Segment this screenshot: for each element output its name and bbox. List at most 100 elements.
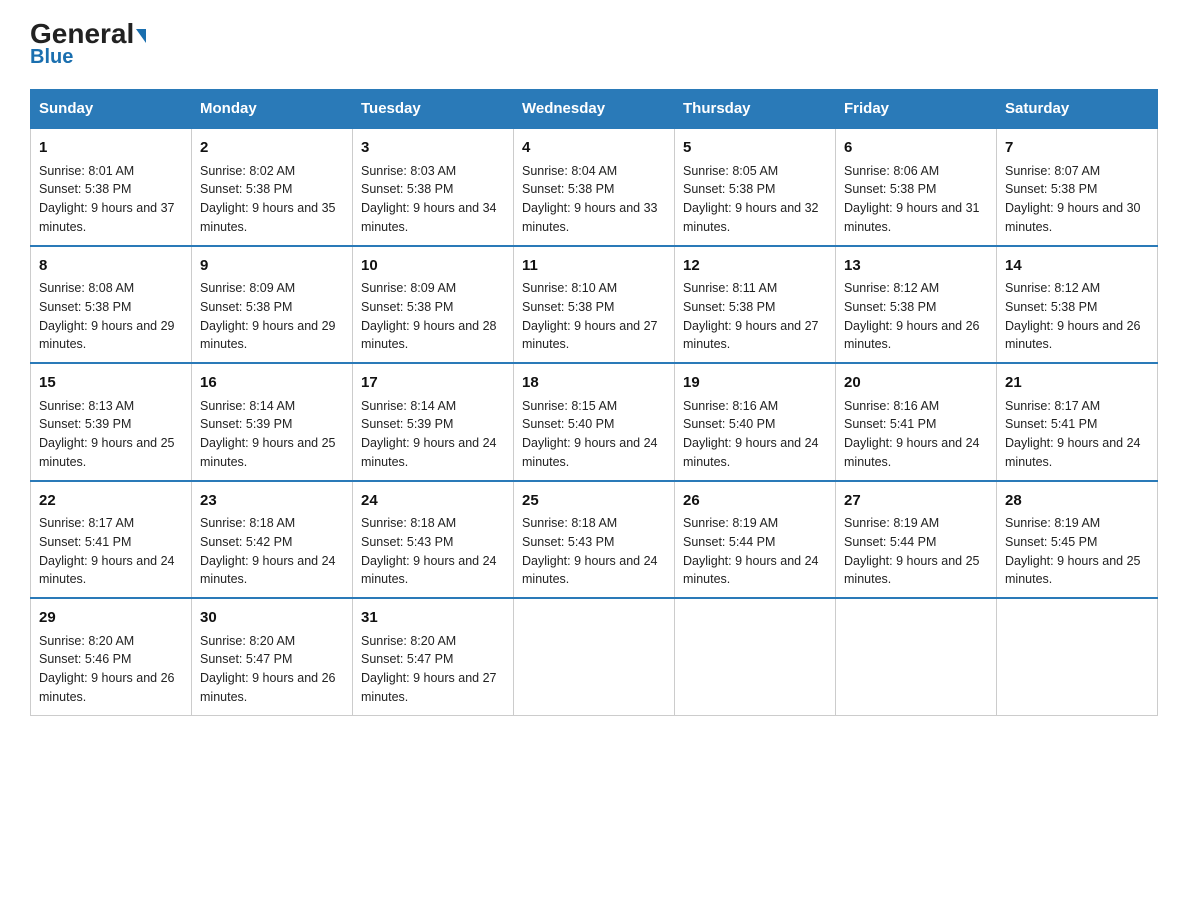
day-info: Sunrise: 8:19 AMSunset: 5:44 PMDaylight:… <box>683 516 819 586</box>
day-info: Sunrise: 8:01 AMSunset: 5:38 PMDaylight:… <box>39 164 175 234</box>
day-number: 23 <box>200 490 344 513</box>
calendar-header-row: SundayMondayTuesdayWednesdayThursdayFrid… <box>31 90 1158 129</box>
day-info: Sunrise: 8:08 AMSunset: 5:38 PMDaylight:… <box>39 281 175 351</box>
calendar-day-cell <box>836 598 997 715</box>
calendar-day-cell: 27 Sunrise: 8:19 AMSunset: 5:44 PMDaylig… <box>836 481 997 599</box>
calendar-day-cell: 28 Sunrise: 8:19 AMSunset: 5:45 PMDaylig… <box>997 481 1158 599</box>
calendar-week-row: 15 Sunrise: 8:13 AMSunset: 5:39 PMDaylig… <box>31 363 1158 481</box>
day-number: 26 <box>683 490 827 513</box>
day-number: 7 <box>1005 137 1149 160</box>
day-number: 1 <box>39 137 183 160</box>
calendar-week-row: 1 Sunrise: 8:01 AMSunset: 5:38 PMDayligh… <box>31 128 1158 246</box>
calendar-day-cell: 9 Sunrise: 8:09 AMSunset: 5:38 PMDayligh… <box>192 246 353 364</box>
calendar-day-cell: 1 Sunrise: 8:01 AMSunset: 5:38 PMDayligh… <box>31 128 192 246</box>
calendar-day-cell: 19 Sunrise: 8:16 AMSunset: 5:40 PMDaylig… <box>675 363 836 481</box>
calendar-day-cell: 7 Sunrise: 8:07 AMSunset: 5:38 PMDayligh… <box>997 128 1158 246</box>
day-number: 9 <box>200 255 344 278</box>
day-number: 18 <box>522 372 666 395</box>
day-number: 21 <box>1005 372 1149 395</box>
col-header-saturday: Saturday <box>997 90 1158 129</box>
day-info: Sunrise: 8:09 AMSunset: 5:38 PMDaylight:… <box>361 281 497 351</box>
calendar-day-cell: 23 Sunrise: 8:18 AMSunset: 5:42 PMDaylig… <box>192 481 353 599</box>
day-number: 27 <box>844 490 988 513</box>
calendar-day-cell: 31 Sunrise: 8:20 AMSunset: 5:47 PMDaylig… <box>353 598 514 715</box>
day-info: Sunrise: 8:19 AMSunset: 5:44 PMDaylight:… <box>844 516 980 586</box>
col-header-thursday: Thursday <box>675 90 836 129</box>
page-header: General Blue <box>30 20 1158 69</box>
calendar-week-row: 22 Sunrise: 8:17 AMSunset: 5:41 PMDaylig… <box>31 481 1158 599</box>
day-info: Sunrise: 8:20 AMSunset: 5:46 PMDaylight:… <box>39 634 175 704</box>
day-info: Sunrise: 8:19 AMSunset: 5:45 PMDaylight:… <box>1005 516 1141 586</box>
day-info: Sunrise: 8:16 AMSunset: 5:41 PMDaylight:… <box>844 399 980 469</box>
day-number: 5 <box>683 137 827 160</box>
calendar-day-cell: 5 Sunrise: 8:05 AMSunset: 5:38 PMDayligh… <box>675 128 836 246</box>
calendar-day-cell: 10 Sunrise: 8:09 AMSunset: 5:38 PMDaylig… <box>353 246 514 364</box>
day-number: 13 <box>844 255 988 278</box>
calendar-day-cell: 24 Sunrise: 8:18 AMSunset: 5:43 PMDaylig… <box>353 481 514 599</box>
day-info: Sunrise: 8:03 AMSunset: 5:38 PMDaylight:… <box>361 164 497 234</box>
calendar-day-cell: 17 Sunrise: 8:14 AMSunset: 5:39 PMDaylig… <box>353 363 514 481</box>
calendar-day-cell: 4 Sunrise: 8:04 AMSunset: 5:38 PMDayligh… <box>514 128 675 246</box>
day-number: 20 <box>844 372 988 395</box>
day-number: 6 <box>844 137 988 160</box>
calendar-week-row: 8 Sunrise: 8:08 AMSunset: 5:38 PMDayligh… <box>31 246 1158 364</box>
logo-text: General <box>30 20 146 48</box>
calendar-day-cell: 21 Sunrise: 8:17 AMSunset: 5:41 PMDaylig… <box>997 363 1158 481</box>
day-info: Sunrise: 8:12 AMSunset: 5:38 PMDaylight:… <box>844 281 980 351</box>
calendar-day-cell <box>514 598 675 715</box>
day-info: Sunrise: 8:14 AMSunset: 5:39 PMDaylight:… <box>361 399 497 469</box>
day-info: Sunrise: 8:14 AMSunset: 5:39 PMDaylight:… <box>200 399 336 469</box>
day-number: 4 <box>522 137 666 160</box>
day-number: 2 <box>200 137 344 160</box>
day-info: Sunrise: 8:18 AMSunset: 5:43 PMDaylight:… <box>361 516 497 586</box>
calendar-day-cell: 26 Sunrise: 8:19 AMSunset: 5:44 PMDaylig… <box>675 481 836 599</box>
calendar-day-cell: 6 Sunrise: 8:06 AMSunset: 5:38 PMDayligh… <box>836 128 997 246</box>
calendar-day-cell: 22 Sunrise: 8:17 AMSunset: 5:41 PMDaylig… <box>31 481 192 599</box>
day-number: 3 <box>361 137 505 160</box>
calendar-body: 1 Sunrise: 8:01 AMSunset: 5:38 PMDayligh… <box>31 128 1158 715</box>
day-number: 10 <box>361 255 505 278</box>
day-number: 31 <box>361 607 505 630</box>
day-number: 29 <box>39 607 183 630</box>
day-info: Sunrise: 8:09 AMSunset: 5:38 PMDaylight:… <box>200 281 336 351</box>
logo-blue-text: Blue <box>30 46 73 69</box>
day-info: Sunrise: 8:16 AMSunset: 5:40 PMDaylight:… <box>683 399 819 469</box>
calendar-day-cell: 25 Sunrise: 8:18 AMSunset: 5:43 PMDaylig… <box>514 481 675 599</box>
day-number: 30 <box>200 607 344 630</box>
calendar-day-cell: 15 Sunrise: 8:13 AMSunset: 5:39 PMDaylig… <box>31 363 192 481</box>
logo: General Blue <box>30 20 146 69</box>
calendar-day-cell: 29 Sunrise: 8:20 AMSunset: 5:46 PMDaylig… <box>31 598 192 715</box>
day-number: 12 <box>683 255 827 278</box>
day-number: 22 <box>39 490 183 513</box>
day-info: Sunrise: 8:05 AMSunset: 5:38 PMDaylight:… <box>683 164 819 234</box>
day-info: Sunrise: 8:12 AMSunset: 5:38 PMDaylight:… <box>1005 281 1141 351</box>
day-number: 16 <box>200 372 344 395</box>
day-info: Sunrise: 8:11 AMSunset: 5:38 PMDaylight:… <box>683 281 819 351</box>
calendar-day-cell: 11 Sunrise: 8:10 AMSunset: 5:38 PMDaylig… <box>514 246 675 364</box>
day-info: Sunrise: 8:07 AMSunset: 5:38 PMDaylight:… <box>1005 164 1141 234</box>
calendar-day-cell: 20 Sunrise: 8:16 AMSunset: 5:41 PMDaylig… <box>836 363 997 481</box>
calendar-day-cell <box>997 598 1158 715</box>
calendar-day-cell: 8 Sunrise: 8:08 AMSunset: 5:38 PMDayligh… <box>31 246 192 364</box>
col-header-wednesday: Wednesday <box>514 90 675 129</box>
day-info: Sunrise: 8:04 AMSunset: 5:38 PMDaylight:… <box>522 164 658 234</box>
day-info: Sunrise: 8:10 AMSunset: 5:38 PMDaylight:… <box>522 281 658 351</box>
col-header-tuesday: Tuesday <box>353 90 514 129</box>
calendar-table: SundayMondayTuesdayWednesdayThursdayFrid… <box>30 89 1158 716</box>
day-number: 14 <box>1005 255 1149 278</box>
calendar-day-cell: 13 Sunrise: 8:12 AMSunset: 5:38 PMDaylig… <box>836 246 997 364</box>
day-info: Sunrise: 8:17 AMSunset: 5:41 PMDaylight:… <box>1005 399 1141 469</box>
day-info: Sunrise: 8:13 AMSunset: 5:39 PMDaylight:… <box>39 399 175 469</box>
logo-triangle-icon <box>136 29 146 43</box>
day-info: Sunrise: 8:15 AMSunset: 5:40 PMDaylight:… <box>522 399 658 469</box>
calendar-day-cell <box>675 598 836 715</box>
day-number: 25 <box>522 490 666 513</box>
day-info: Sunrise: 8:02 AMSunset: 5:38 PMDaylight:… <box>200 164 336 234</box>
day-info: Sunrise: 8:20 AMSunset: 5:47 PMDaylight:… <box>200 634 336 704</box>
day-info: Sunrise: 8:20 AMSunset: 5:47 PMDaylight:… <box>361 634 497 704</box>
calendar-day-cell: 30 Sunrise: 8:20 AMSunset: 5:47 PMDaylig… <box>192 598 353 715</box>
day-number: 17 <box>361 372 505 395</box>
col-header-friday: Friday <box>836 90 997 129</box>
calendar-week-row: 29 Sunrise: 8:20 AMSunset: 5:46 PMDaylig… <box>31 598 1158 715</box>
col-header-monday: Monday <box>192 90 353 129</box>
